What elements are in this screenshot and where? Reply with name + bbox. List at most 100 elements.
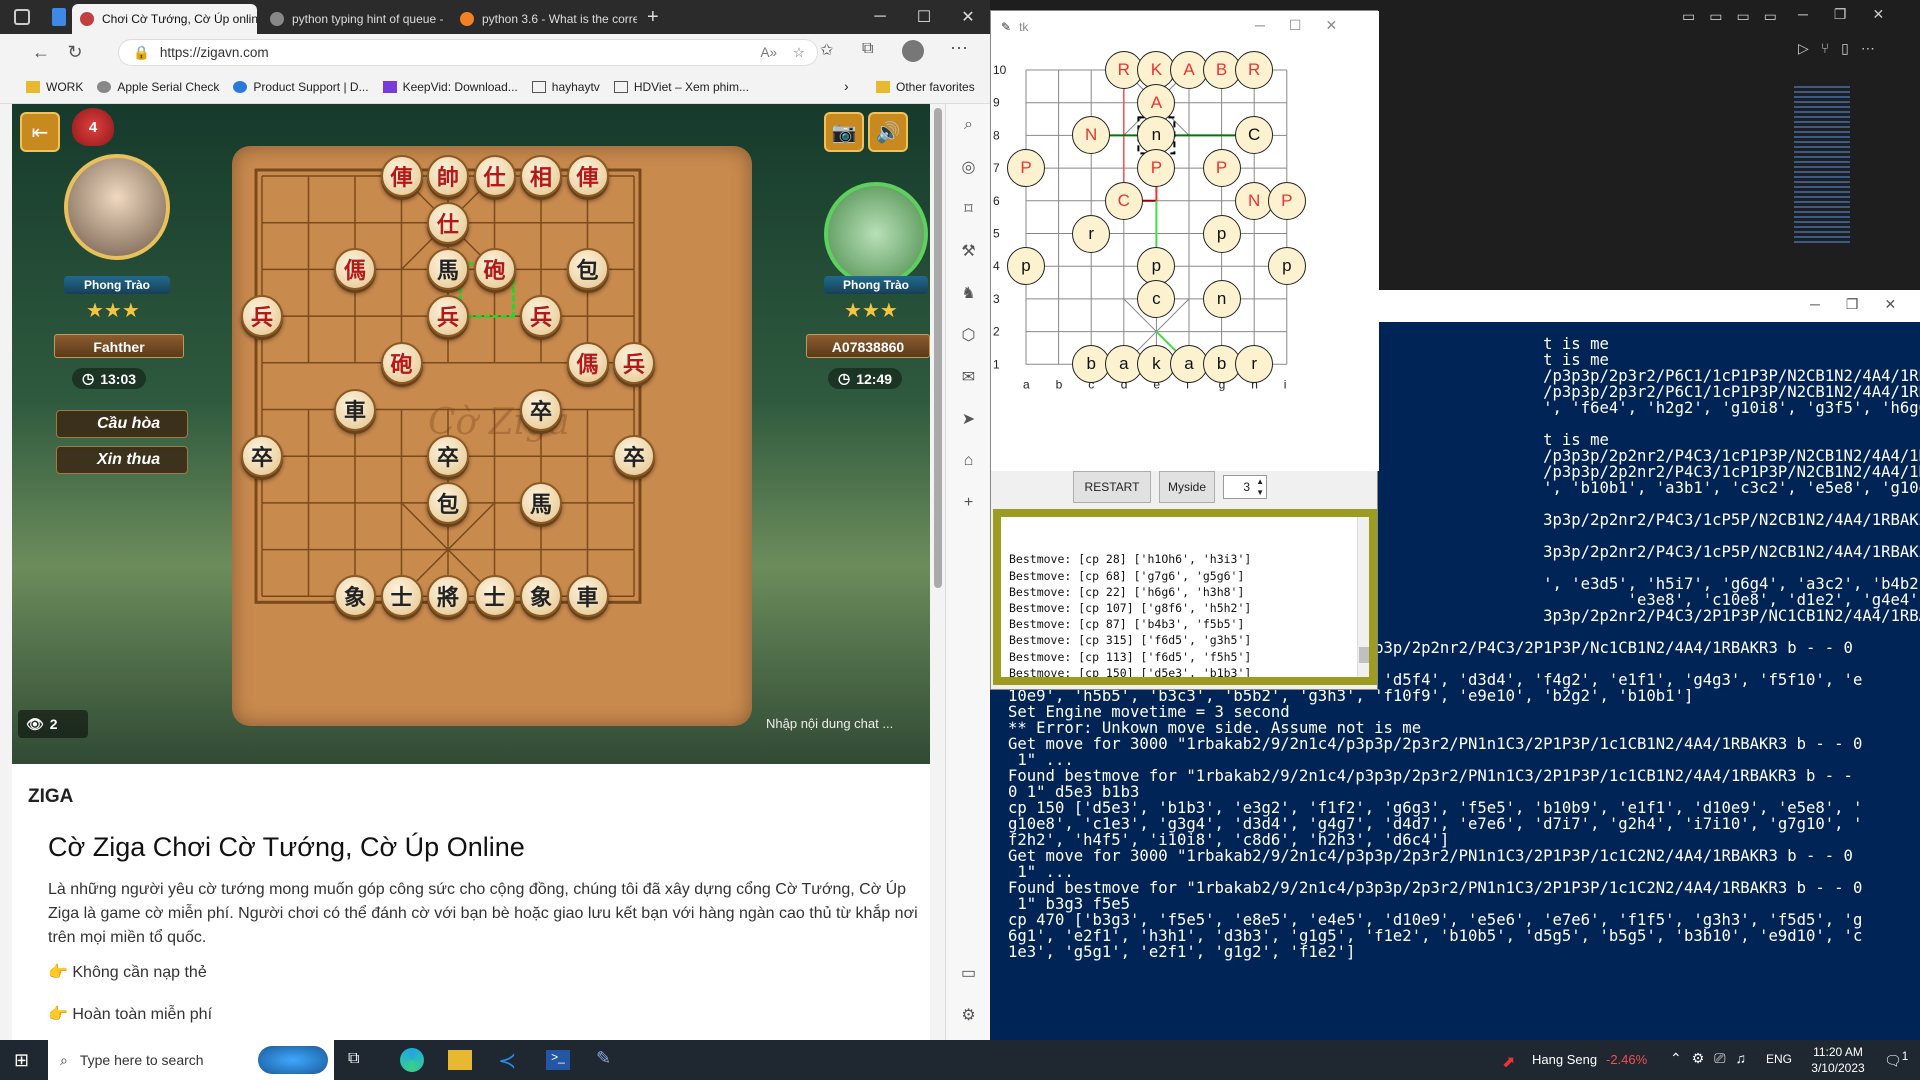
xiangqi-board[interactable]: Cờ Ziga 俥帥仕相俥仕傌馬砲包兵兵兵砲傌兵車卒卒卒卒包馬象士將士象車 (232, 146, 752, 726)
tools-icon[interactable]: ⚒ (946, 230, 991, 272)
myside-button[interactable]: Myside (1159, 471, 1215, 503)
games-icon[interactable]: ♞ (946, 272, 991, 314)
board-piece-21[interactable]: 包 (427, 481, 469, 524)
board-piece-2[interactable]: 仕 (473, 155, 516, 197)
board-piece-5[interactable]: 仕 (427, 201, 469, 244)
board-piece-19[interactable]: 卒 (427, 435, 469, 478)
sound-button[interactable]: 🔊 (868, 112, 908, 152)
collections-icon[interactable]: ⧉ (862, 40, 873, 58)
python-tk-app-icon[interactable]: ✎ (596, 1048, 611, 1069)
tk-piece-14[interactable]: P (1267, 181, 1306, 220)
viewers-badge[interactable]: 👁 2 (18, 710, 88, 738)
tk-piece-27[interactable]: r (1235, 345, 1274, 384)
vscode-app-icon[interactable]: ≺ (498, 1048, 516, 1074)
spin-arrows-icon[interactable]: ▲ ▼ (1256, 476, 1264, 498)
board-piece-17[interactable]: 卒 (520, 388, 562, 431)
input-language[interactable]: ENG (1766, 1052, 1792, 1066)
close-window-icon[interactable]: ✕ (946, 0, 990, 34)
address-bar[interactable]: 🔒 https://zigavn.com A» ☆ (118, 39, 818, 66)
board-piece-24[interactable]: 士 (380, 575, 423, 618)
new-tab-icon[interactable]: + (647, 6, 659, 29)
back-icon[interactable]: ← (24, 37, 58, 67)
fav-item[interactable]: HDViet – Xem phim... (613, 80, 749, 94)
tk-piece-17[interactable]: p (1007, 247, 1045, 286)
read-aloud-icon[interactable]: A» (760, 45, 777, 60)
run-controls[interactable]: ▷⑂▯⋯ (1798, 40, 1887, 57)
restart-button[interactable]: RESTART (1073, 471, 1151, 503)
offer-draw-button[interactable]: Cầu hòa (56, 410, 188, 438)
board-piece-18[interactable]: 卒 (241, 435, 283, 478)
fav-item[interactable]: WORK (26, 80, 83, 94)
resign-button[interactable]: Xin thua (56, 446, 188, 474)
windows-start-icon[interactable]: ⊞ (14, 1050, 29, 1071)
board-piece-23[interactable]: 象 (334, 575, 376, 618)
board-piece-12[interactable]: 兵 (520, 295, 562, 338)
fav-item[interactable]: KeepVid: Download... (382, 80, 518, 94)
tk-window-controls[interactable]: ─☐✕ (1255, 17, 1361, 34)
minimize-icon[interactable]: ─ (858, 0, 902, 34)
sidebar-toggle-icon[interactable]: ▭ (946, 952, 991, 994)
workspaces-icon[interactable] (14, 9, 30, 25)
board-piece-1[interactable]: 帥 (427, 155, 469, 197)
file-explorer-icon[interactable] (448, 1050, 472, 1070)
board-piece-3[interactable]: 相 (520, 155, 562, 197)
player-right-avatar[interactable] (824, 182, 928, 286)
fav-item[interactable]: Apple Serial Check (97, 80, 219, 94)
maximize-icon[interactable]: ☐ (902, 0, 946, 34)
camera-button[interactable]: 📷 (824, 112, 864, 152)
tk-piece-11[interactable]: P (1202, 149, 1241, 188)
tab-actions-icon[interactable] (52, 8, 66, 26)
board-piece-11[interactable]: 兵 (427, 295, 469, 338)
tk-board-canvas[interactable]: 10 9 8 7 6 5 4 3 2 1 a b c d e f g h i RKABRANnCPPPCNPrppp… (991, 43, 1379, 471)
layout-controls[interactable]: ▭▭▭▭ (1682, 8, 1791, 25)
player-left-avatar[interactable] (64, 154, 170, 260)
tk-piece-19[interactable]: p (1267, 247, 1306, 286)
board-piece-27[interactable]: 象 (520, 575, 562, 618)
tk-piece-6[interactable]: N (1072, 116, 1111, 155)
outlook-icon[interactable]: ✉ (946, 356, 991, 398)
page-scrollbar[interactable] (932, 104, 944, 1040)
powershell-app-icon[interactable]: >_ (546, 1050, 570, 1070)
tray-icons[interactable]: ⌃⚙⎚♫ (1670, 1050, 1756, 1067)
microsoft365-icon[interactable]: ⬡ (946, 314, 991, 356)
tk-piece-9[interactable]: P (1007, 149, 1045, 188)
board-piece-20[interactable]: 卒 (613, 435, 655, 478)
board-piece-25[interactable]: 將 (427, 575, 469, 618)
shopping-tag-icon[interactable]: ⌑ (946, 188, 991, 230)
board-piece-0[interactable]: 俥 (380, 155, 423, 197)
task-view-icon[interactable]: ⧉ (348, 1050, 359, 1068)
board-piece-16[interactable]: 車 (334, 388, 376, 431)
add-icon[interactable]: + (946, 482, 991, 524)
board-piece-28[interactable]: 車 (566, 575, 609, 618)
send-icon[interactable]: ➤ (946, 398, 991, 440)
tab-2[interactable]: python 3.6 - What is the correc ✕ (452, 4, 637, 34)
board-piece-8[interactable]: 砲 (473, 248, 516, 291)
notification-icon[interactable]: 🗨1 (1884, 1050, 1908, 1070)
log-scrollbar[interactable] (1357, 517, 1369, 677)
board-piece-9[interactable]: 包 (566, 248, 609, 291)
other-favorites[interactable]: Other favorites (876, 80, 975, 94)
tk-piece-21[interactable]: n (1202, 279, 1241, 318)
movetime-spinbox[interactable]: 3 ▲ ▼ (1223, 475, 1267, 499)
chat-input[interactable]: Nhập nội dung chat ... (766, 716, 893, 731)
tk-piece-8[interactable]: C (1235, 116, 1274, 155)
board-piece-22[interactable]: 馬 (520, 481, 562, 524)
board-piece-14[interactable]: 傌 (566, 341, 609, 384)
edge-app-icon[interactable] (400, 1048, 424, 1072)
bestmove-log[interactable]: Bestmove: [cp 28] ['h1Oh6', 'h3i3'] Bestm… (1001, 517, 1369, 677)
ps-window-controls[interactable]: ─❐✕ (1810, 296, 1920, 313)
tk-piece-20[interactable]: c (1137, 279, 1176, 318)
settings-gear-icon[interactable]: ⚙ (946, 994, 991, 1036)
chevron-right-icon[interactable]: › (844, 78, 849, 94)
tk-piece-10[interactable]: P (1137, 149, 1176, 188)
more-menu-icon[interactable]: ⋯ (950, 38, 968, 59)
tk-piece-15[interactable]: r (1072, 214, 1111, 253)
tk-piece-12[interactable]: C (1104, 181, 1143, 220)
profile-avatar[interactable] (902, 40, 924, 62)
bing-icon[interactable]: ◎ (946, 146, 991, 188)
favorite-star-icon[interactable]: ☆ (793, 45, 805, 61)
exit-button[interactable]: ⇤ (20, 112, 60, 152)
board-piece-10[interactable]: 兵 (241, 295, 283, 338)
clock[interactable]: 11:20 AM 3/10/2023 (1806, 1044, 1870, 1076)
fav-item[interactable]: hayhaytv (531, 80, 600, 94)
